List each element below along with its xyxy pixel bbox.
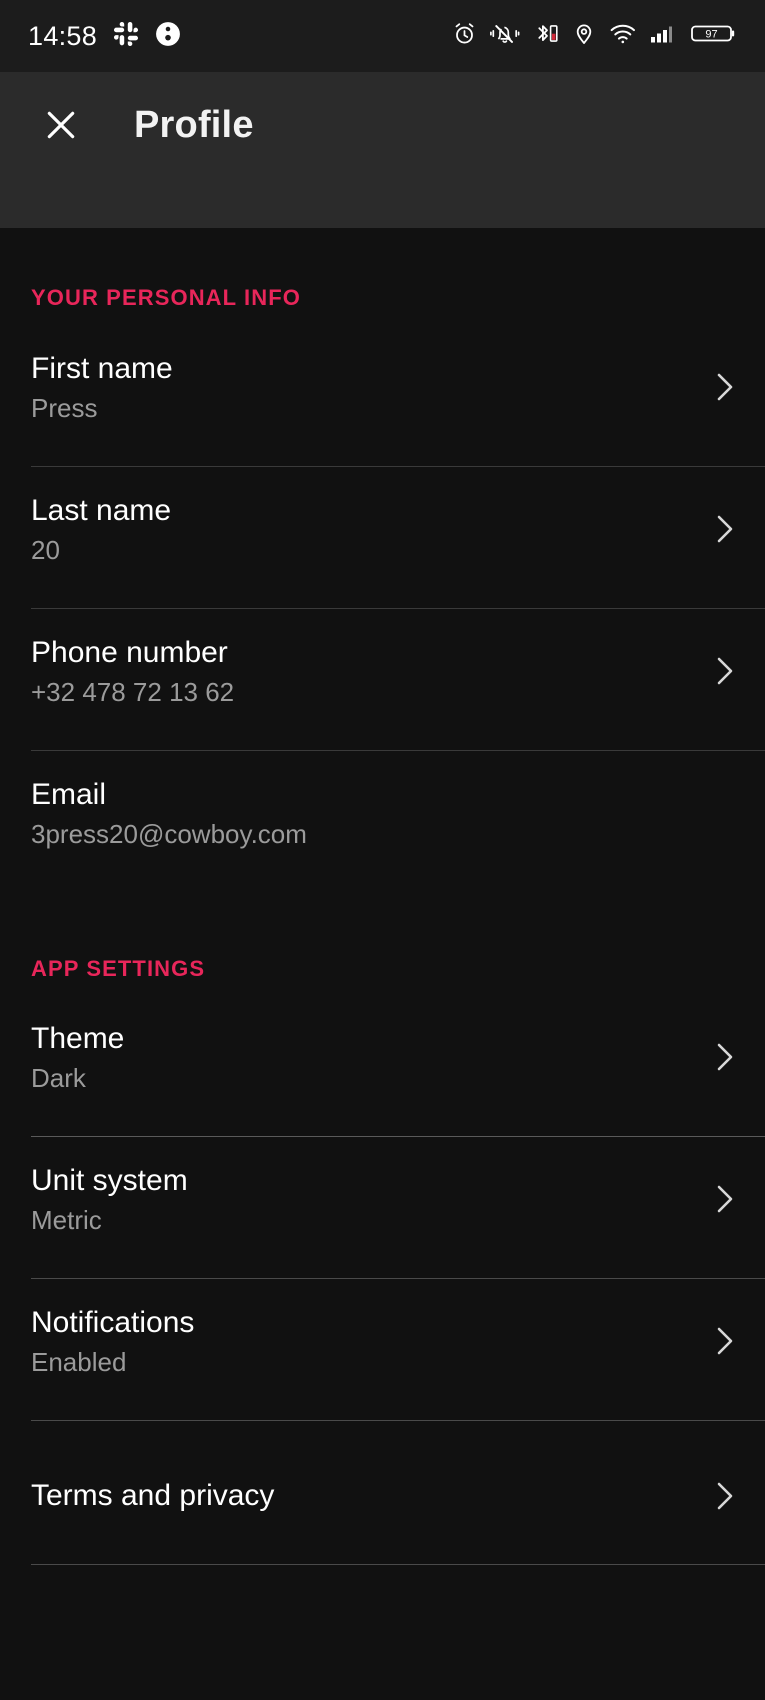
row-label: Email [31,778,107,811]
chevron-right-icon [701,509,737,549]
chevron-right-icon [701,1476,737,1516]
row-notifications[interactable]: Notifications Enabled [0,1306,765,1376]
row-value: Dark [31,1062,86,1093]
row-phone-number[interactable]: Phone number +32 478 72 13 62 [0,636,765,706]
close-button[interactable] [38,102,84,148]
chevron-right-icon [701,1179,737,1219]
row-value: Enabled [31,1346,127,1377]
page-title: Profile [134,103,254,146]
chevron-right-icon [701,1321,737,1361]
section-header-personal-info: YOUR PERSONAL INFO [31,285,301,310]
battery-icon: 97 [691,21,737,51]
row-value: Metric [31,1204,102,1235]
row-value: 20 [31,534,60,565]
divider [31,750,765,751]
row-label: Notifications [31,1306,195,1339]
row-value: +32 478 72 13 62 [31,676,235,707]
settings-content: YOUR PERSONAL INFO First name Press Last… [0,228,765,1700]
slack-icon [113,21,139,52]
chevron-right-icon [701,367,737,407]
divider [31,1420,765,1421]
divider [31,1564,765,1565]
divider [31,1278,765,1279]
status-bar: 14:58 97 [0,0,765,72]
chevron-right-icon [701,651,737,691]
row-label: Last name [31,494,172,527]
row-value: 3press20@cowboy.com [31,818,307,849]
divider [31,1136,765,1137]
divider [31,466,765,467]
status-bar-clock: 14:58 [28,20,98,51]
row-unit-system[interactable]: Unit system Metric [0,1164,765,1234]
app-bar-spacer [0,178,765,228]
cellular-signal-icon [650,21,678,51]
row-last-name[interactable]: Last name 20 [0,494,765,564]
row-terms-and-privacy[interactable]: Terms and privacy [0,1476,765,1516]
row-value: Press [31,392,98,423]
row-label: Theme [31,1022,125,1055]
alarm-icon [452,21,477,51]
row-label: Terms and privacy [31,1479,275,1513]
profile-screen: 14:58 97 Profile YOUR PERSONAL INFO Firs… [0,0,765,1700]
row-email[interactable]: Email 3press20@cowboy.com [0,778,765,848]
row-label: First name [31,352,173,385]
battery-level-text: 97 [705,29,717,41]
wifi-icon [609,21,637,51]
section-header-app-settings: APP SETTINGS [31,956,206,981]
status-bar-left: 14:58 [28,21,181,52]
row-label: Unit system [31,1164,188,1197]
app-bar: Profile [0,72,765,178]
status-bar-right: 97 [452,21,737,51]
row-theme[interactable]: Theme Dark [0,1022,765,1092]
bluetooth-battery-icon [533,21,559,51]
info-circle-icon [155,21,181,52]
location-pin-icon [572,21,596,51]
divider [31,608,765,609]
row-label: Phone number [31,636,228,669]
vibrate-mute-icon [490,21,520,51]
chevron-right-icon [701,1037,737,1077]
row-first-name[interactable]: First name Press [0,352,765,422]
